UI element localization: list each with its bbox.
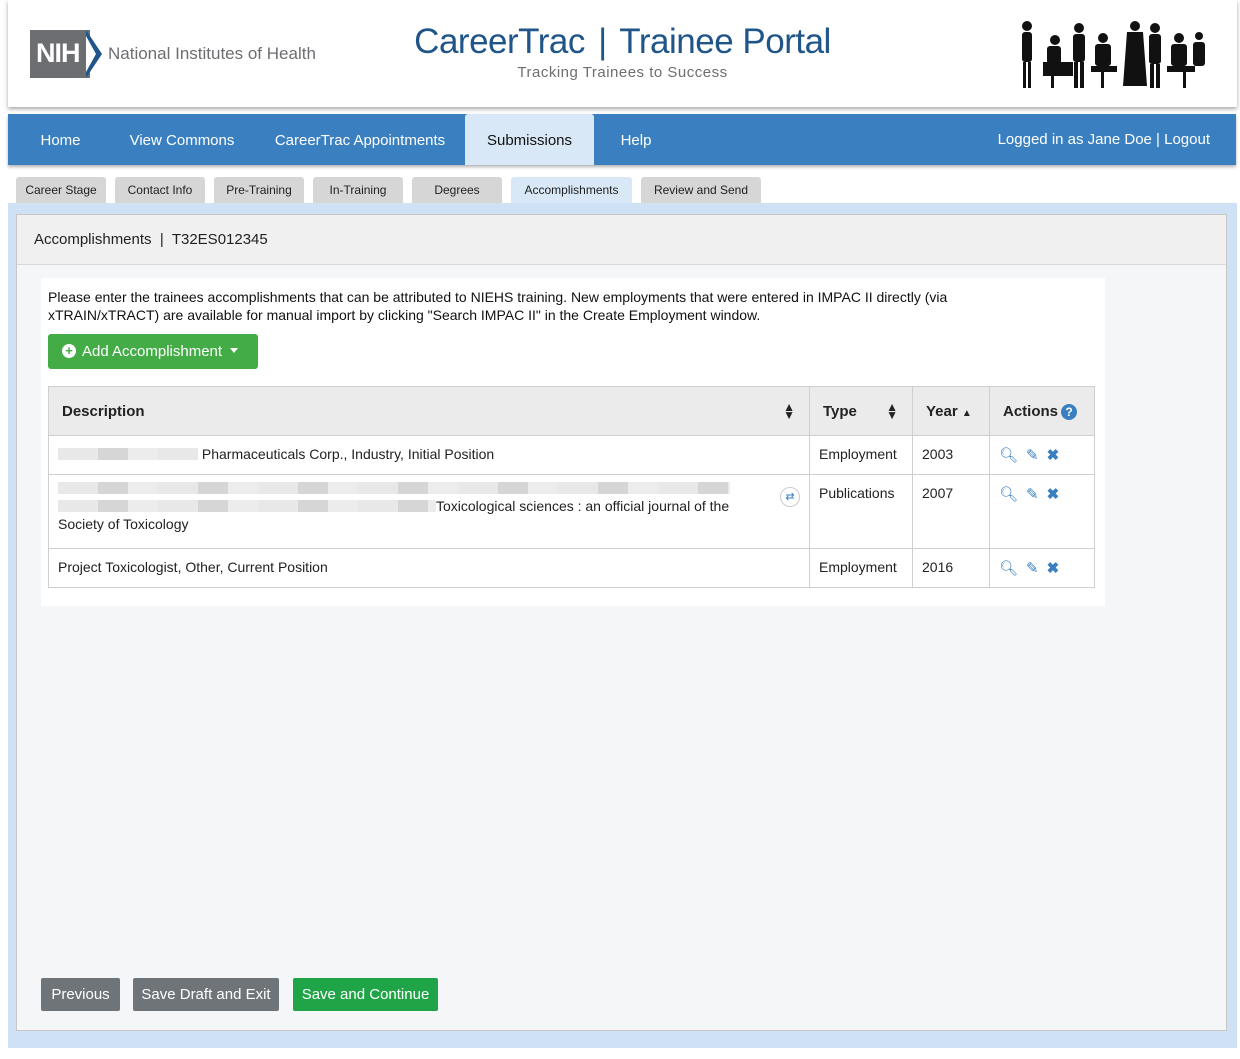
- tab-pre-training[interactable]: Pre-Training: [214, 177, 304, 203]
- row-type: Employment: [809, 435, 913, 475]
- add-accomplishment-button[interactable]: + Add Accomplishment: [48, 334, 258, 369]
- redacted-text: [58, 500, 436, 512]
- pencil-icon[interactable]: ✎: [1026, 485, 1039, 503]
- table-row: Pharmaceuticals Corp., Industry, Initial…: [48, 435, 1095, 475]
- description-text: Toxicological sciences : an official jou…: [436, 498, 730, 514]
- caret-down-icon: [230, 348, 239, 353]
- people-silhouettes-image: [1022, 21, 1205, 88]
- row-type: Publications: [809, 474, 913, 549]
- content-box: Please enter the trainees accomplishment…: [41, 278, 1105, 606]
- panel-heading: Accomplishments | T32ES012345: [17, 215, 1226, 265]
- description-text: Society of Toxicology: [58, 516, 189, 532]
- login-status-link[interactable]: Logged in as Jane Doe | Logout: [998, 114, 1210, 165]
- add-accomplishment-label: Add Accomplishment: [82, 343, 223, 360]
- tab-contact-info[interactable]: Contact Info: [115, 177, 205, 203]
- accomplishments-panel: Accomplishments | T32ES012345 Please ent…: [16, 214, 1227, 1031]
- sort-icon[interactable]: ▲ ▼: [886, 401, 898, 421]
- col-type[interactable]: Type ▲ ▼: [809, 386, 913, 436]
- nav-submissions[interactable]: Submissions: [465, 114, 594, 165]
- row-year: 2016: [912, 548, 990, 588]
- row-description: Pharmaceuticals Corp., Industry, Initial…: [48, 435, 810, 475]
- row-actions: 🔍︎ ✎ ✖: [989, 548, 1095, 588]
- brand-separator: |: [598, 22, 607, 61]
- nav-home[interactable]: Home: [23, 114, 98, 165]
- x-icon[interactable]: ✖: [1047, 559, 1060, 577]
- magnifier-icon[interactable]: 🔍︎: [999, 559, 1018, 577]
- plus-circle-icon: +: [62, 344, 76, 358]
- row-actions: 🔍︎ ✎ ✖: [989, 435, 1095, 475]
- question-circle-icon[interactable]: ?: [1061, 403, 1078, 420]
- table-row: Project Toxicologist, Other, Current Pos…: [48, 548, 1095, 588]
- col-type-label: Type: [823, 402, 857, 420]
- previous-button[interactable]: Previous: [41, 978, 120, 1011]
- col-year[interactable]: Year ▲: [912, 386, 990, 436]
- site-header: NIH National Institutes of Health Career…: [8, 0, 1237, 107]
- x-icon[interactable]: ✖: [1047, 446, 1060, 464]
- row-year: 2007: [912, 474, 990, 549]
- nav-view-commons[interactable]: View Commons: [116, 114, 248, 165]
- tab-accomplishments[interactable]: Accomplishments: [511, 177, 632, 203]
- row-actions: 🔍︎ ✎ ✖: [989, 474, 1095, 549]
- tab-in-training[interactable]: In-Training: [313, 177, 403, 203]
- tab-degrees[interactable]: Degrees: [412, 177, 502, 203]
- tab-career-stage[interactable]: Career Stage: [16, 177, 106, 203]
- x-icon[interactable]: ✖: [1047, 485, 1060, 503]
- row-description: Project Toxicologist, Other, Current Pos…: [48, 548, 810, 588]
- redacted-text: [58, 448, 198, 460]
- accomplishments-table: Description ▲▼ Type ▲▼ Year ▲ Actions?: [48, 386, 1095, 588]
- row-year: 2003: [912, 435, 990, 475]
- col-description-label: Description: [62, 402, 145, 420]
- tab-review-and-send[interactable]: Review and Send: [641, 177, 761, 203]
- brand-title-left: CareerTrac: [414, 22, 585, 61]
- pencil-icon[interactable]: ✎: [1026, 559, 1039, 577]
- link-icon[interactable]: ⇄: [780, 487, 800, 507]
- sort-asc-icon: ▲: [961, 407, 972, 419]
- col-actions-label: Actions: [1003, 402, 1059, 420]
- redacted-text: [58, 482, 730, 494]
- description-text: Pharmaceuticals Corp., Industry, Initial…: [201, 446, 495, 462]
- col-description[interactable]: Description ▲ ▼: [48, 386, 810, 436]
- main-nav: Home View Commons CareerTrac Appointment…: [8, 114, 1236, 165]
- sort-icon[interactable]: ▲ ▼: [783, 401, 795, 421]
- table-row: ⇄ Toxicological sciences : an official j…: [48, 474, 1095, 549]
- magnifier-icon[interactable]: 🔍︎: [999, 446, 1018, 464]
- intro-text: Please enter the trainees accomplishment…: [48, 289, 948, 323]
- row-description: ⇄ Toxicological sciences : an official j…: [48, 474, 810, 549]
- magnifier-icon[interactable]: 🔍︎: [999, 485, 1018, 503]
- pencil-icon[interactable]: ✎: [1026, 446, 1039, 464]
- col-year-label: Year: [926, 402, 958, 420]
- brand-title-right: Trainee Portal: [619, 22, 831, 61]
- save-continue-button[interactable]: Save and Continue: [293, 978, 438, 1011]
- col-actions: Actions?: [989, 386, 1095, 436]
- nav-help[interactable]: Help: [609, 114, 663, 165]
- row-type: Employment: [809, 548, 913, 588]
- nav-careertrac-appointments[interactable]: CareerTrac Appointments: [266, 114, 454, 165]
- save-draft-button[interactable]: Save Draft and Exit: [133, 978, 279, 1011]
